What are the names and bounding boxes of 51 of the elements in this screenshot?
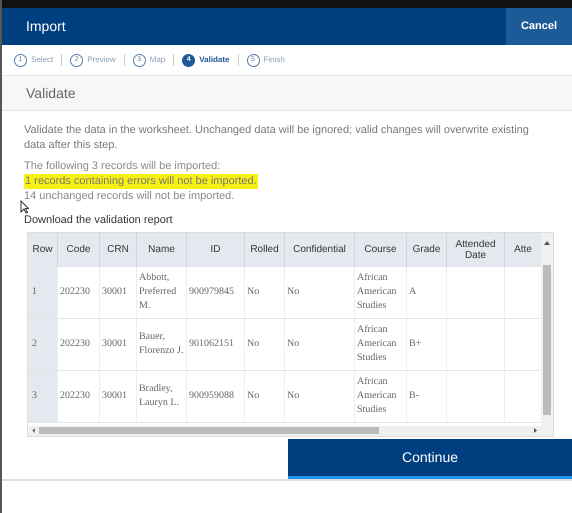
window-title: Import [25,17,67,36]
continue-button[interactable]: Continue [288,438,572,478]
table-cell: 3 [28,370,58,422]
description-text: Validate the data in the worksheet. Unchanged data will be ignored; valid changes will overwrite existing data after this step. [24,123,530,153]
table-cell: No [245,370,285,422]
cursor-icon [20,200,29,214]
table-cell: B+ [407,318,447,370]
table-cell: B- [407,370,447,422]
section-title: Validate [26,84,76,102]
table-cell: 202230 [58,318,100,370]
left-arrow-icon[interactable] [32,428,35,433]
table-cell: 202230 [58,370,100,422]
table-cell: No [285,370,355,422]
table-cell: Abbott, Preferred M. [137,266,187,318]
column-header: Confidential [285,232,355,266]
status-message: The following 3 records will be imported: [24,159,220,174]
status-message: 1 records containing errors will not be imported. [24,174,258,189]
table-cell: African American Studies [355,318,407,370]
column-header: CRN [100,232,137,266]
table-cell: 1 [28,266,58,318]
table-cell: No [245,318,285,370]
table-cell: Bauer, Florenzo J. [137,318,187,370]
table-cell: 2 [28,318,58,370]
table-cell: 900959088 [187,370,245,422]
table-cell: 30001 [100,370,137,422]
up-arrow-icon[interactable] [544,240,550,244]
column-header: Code [58,232,100,266]
table-cell: No [245,266,285,318]
table-cell: Bradley, Lauryn L. [137,370,187,422]
table-cell: No [285,266,355,318]
table-cell: A [407,266,447,318]
table-cell: 901062151 [187,318,245,370]
column-header: Attended Date [447,232,505,266]
column-header: ID [187,232,245,266]
table-cell: No [285,318,355,370]
horizontal-scrollbar[interactable] [28,426,553,436]
table-cell: 30001 [100,318,137,370]
right-arrow-icon[interactable] [534,428,537,433]
column-header: Course [355,232,407,266]
column-header: Name [137,232,187,266]
table-cell: African American Studies [355,266,407,318]
cancel-button[interactable]: Cancel [506,8,572,45]
table-cell: 202230 [58,266,100,318]
table-cell: 900979845 [187,266,245,318]
status-message: 14 unchanged records will not be imported. [24,189,234,204]
column-header: Rolled [245,232,285,266]
report-link[interactable]: Download the validation report [24,212,550,228]
column-header: Grade [407,232,447,266]
vertical-scrollbar[interactable] [541,232,553,426]
table-cell: 30001 [100,266,137,318]
table-cell: African American Studies [355,370,407,422]
